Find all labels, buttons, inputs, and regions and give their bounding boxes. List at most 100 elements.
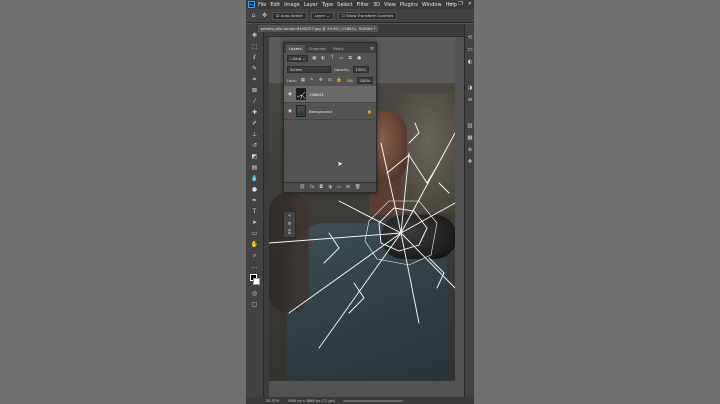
fill-field[interactable]: 100% — [356, 77, 373, 84]
blend-mode-dropdown[interactable]: Screen — [287, 66, 331, 73]
menu-3d[interactable]: 3D — [373, 2, 380, 8]
menu-bar: Ps File Edit Image Layer Type Select Fil… — [246, 0, 474, 9]
channels-icon[interactable]: ❖ — [466, 158, 474, 166]
lock-transparent-icon[interactable]: ▦ — [300, 78, 306, 84]
swatches-icon[interactable]: ▦ — [466, 134, 474, 142]
fill-value: 100% — [359, 79, 370, 83]
filter-type-icon[interactable]: T — [329, 56, 335, 62]
layer-dropdown[interactable]: Layer ⌄ — [310, 11, 334, 20]
menu-filter[interactable]: Filter — [357, 2, 369, 8]
screen-mode-icon[interactable]: ▢ — [250, 301, 259, 309]
link-icon[interactable]: ⛓ — [299, 185, 305, 190]
filter-kind-dropdown[interactable]: ⌕ Kind ⌄ — [287, 55, 309, 62]
collapse-icon[interactable]: « — [284, 212, 295, 220]
document-tab-bar: pexels-julia-larson-6456227.jpg @ 25.6% … — [256, 24, 474, 32]
visibility-eye-icon[interactable]: ◉ — [287, 109, 293, 114]
close-icon[interactable]: ✕ — [468, 1, 472, 7]
tab-paths[interactable]: Paths — [330, 45, 346, 53]
quick-mask-icon[interactable]: ◎ — [250, 290, 259, 298]
zoom-level[interactable]: 25.57% — [266, 399, 279, 403]
home-icon[interactable]: ⌂ — [250, 12, 257, 19]
gradient-tool-icon[interactable]: ▤ — [250, 164, 259, 172]
options-bar: ⌂ ✥ ☑ Auto-Select Layer ⌄ ☐ Show Transfo… — [246, 9, 474, 23]
libraries-icon[interactable]: ▥ — [466, 122, 474, 130]
auto-select-checkbox[interactable]: ☑ Auto-Select — [272, 11, 307, 20]
sliders-icon[interactable]: ⧮ — [284, 228, 295, 236]
trash-icon[interactable]: 🗑 — [355, 185, 361, 190]
filter-pixel-icon[interactable]: ▣ — [311, 56, 317, 62]
layer-row-158841[interactable]: ◉ 158841 — [284, 86, 376, 103]
window-controls: — ❐ ✕ — [448, 1, 472, 7]
history-brush-tool-icon[interactable]: ↺ — [250, 142, 259, 150]
panel-menu-icon[interactable]: ≡ — [370, 45, 374, 53]
tab-channels[interactable]: Channels — [306, 45, 330, 53]
menu-image[interactable]: Image — [284, 2, 300, 8]
fx-icon[interactable]: fx — [310, 185, 314, 190]
background-color-swatch[interactable] — [253, 278, 260, 285]
layer-row-background[interactable]: ◉ Background 🔒 — [284, 103, 376, 120]
adjustment-icon[interactable]: ◑ — [328, 185, 332, 190]
show-transform-checkbox[interactable]: ☐ Show Transform Controls — [337, 11, 398, 20]
folder-icon[interactable]: ▭ — [337, 185, 341, 190]
healing-tool-icon[interactable]: ✚ — [250, 109, 259, 117]
more-tools-icon[interactable]: … — [250, 263, 259, 271]
move-tool-icon[interactable]: ✥ — [250, 32, 259, 40]
minimize-icon[interactable]: — — [448, 1, 453, 7]
visibility-eye-icon[interactable]: ◉ — [287, 92, 293, 97]
color-icon[interactable]: ◐ — [466, 58, 474, 66]
filter-toggle-icon[interactable]: ● — [356, 56, 362, 62]
lock-artboard-icon[interactable]: ⊡ — [327, 78, 333, 84]
properties-icon[interactable]: ≡ — [466, 96, 474, 104]
history-icon[interactable]: ⟲ — [466, 34, 474, 42]
menu-select[interactable]: Select — [337, 2, 352, 8]
adjustments-icon[interactable]: ◑ — [466, 84, 474, 92]
comments-icon[interactable]: ▭ — [466, 46, 474, 54]
crack-thumbnail-icon — [297, 91, 305, 99]
quick-select-tool-icon[interactable]: ✎ — [250, 65, 259, 73]
opacity-field[interactable]: 100% — [352, 66, 369, 73]
lock-image-icon[interactable]: ✎ — [309, 78, 315, 84]
restore-icon[interactable]: ❐ — [458, 1, 462, 7]
menu-edit[interactable]: Edit — [270, 2, 280, 8]
status-bar: 25.57% 3500 px x 3860 px (72 ppi) — [246, 397, 474, 404]
frame-tool-icon[interactable]: ⊠ — [250, 87, 259, 95]
marquee-tool-icon[interactable]: ⬚ — [250, 43, 259, 51]
properties-icon[interactable]: ≡ — [284, 220, 295, 228]
panel-dock: ⟲ ▭ ◐ ◑ ≡ ▥ ▦ ≋ ❖ — [464, 24, 474, 398]
pen-tool-icon[interactable]: ✒ — [250, 197, 259, 205]
document-tab[interactable]: pexels-julia-larson-6456227.jpg @ 25.6% … — [258, 25, 379, 32]
filter-adjustment-icon[interactable]: ◐ — [320, 56, 326, 62]
horizontal-scrollbar[interactable] — [343, 399, 404, 402]
menu-plugins[interactable]: Plugins — [400, 2, 418, 8]
paths-icon[interactable]: ≋ — [466, 146, 474, 154]
dodge-tool-icon[interactable]: ● — [250, 186, 259, 194]
lock-all-icon[interactable]: 🔒 — [336, 78, 342, 84]
hand-tool-icon[interactable]: ✋ — [250, 241, 259, 249]
eraser-tool-icon[interactable]: ◩ — [250, 153, 259, 161]
stamp-tool-icon[interactable]: ⊥ — [250, 131, 259, 139]
photoshop-window: Ps File Edit Image Layer Type Select Fil… — [246, 0, 474, 404]
blur-tool-icon[interactable]: 💧 — [250, 175, 259, 183]
menu-file[interactable]: File — [258, 2, 266, 8]
crop-tool-icon[interactable]: ⌗ — [250, 76, 259, 84]
menu-layer[interactable]: Layer — [304, 2, 318, 8]
eyedropper-tool-icon[interactable]: ⁄ — [250, 98, 259, 106]
move-tool-icon[interactable]: ✥ — [261, 12, 268, 19]
lasso-tool-icon[interactable]: ℓ — [250, 54, 259, 62]
opacity-label: Opacity: — [334, 67, 350, 72]
menu-window[interactable]: Window — [422, 2, 442, 8]
filter-smart-object-icon[interactable]: ⧉ — [347, 56, 353, 62]
rectangle-tool-icon[interactable]: ▭ — [250, 230, 259, 238]
lock-position-icon[interactable]: ✥ — [318, 78, 324, 84]
type-tool-icon[interactable]: T — [250, 208, 259, 216]
zoom-tool-icon[interactable]: ⌕ — [250, 252, 259, 260]
path-select-tool-icon[interactable]: ➤ — [250, 219, 259, 227]
mask-icon[interactable]: ◘ — [319, 185, 323, 190]
brush-tool-icon[interactable]: ✐ — [250, 120, 259, 128]
menu-type[interactable]: Type — [322, 2, 333, 8]
tab-layers[interactable]: Layers — [286, 45, 305, 53]
new-layer-icon[interactable]: ⊞ — [346, 185, 350, 190]
lock-icon: 🔒 — [367, 108, 372, 114]
menu-view[interactable]: View — [384, 2, 396, 8]
filter-shape-icon[interactable]: ▭ — [338, 56, 344, 62]
